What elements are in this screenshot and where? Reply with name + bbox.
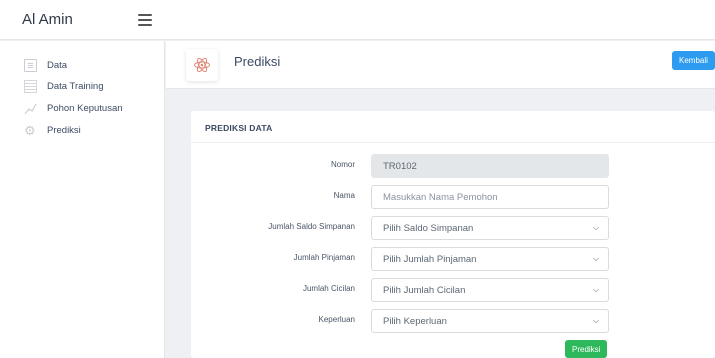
sidebar-item-label: Data xyxy=(47,59,68,71)
gear-icon: ⚙ xyxy=(24,122,36,138)
sidebar-item-prediksi[interactable]: ⚙ Prediksi xyxy=(24,120,81,140)
sidebar-item-data-training[interactable]: Data Training xyxy=(24,76,104,96)
sidebar-item-pohon-keputusan[interactable]: Pohon Keputusan xyxy=(24,98,123,118)
chart-line-icon xyxy=(24,102,37,115)
keperluan-label: Keperluan xyxy=(318,315,355,324)
sidebar-item-label: Data Training xyxy=(47,80,104,92)
chevron-down-icon: ⌵ xyxy=(592,316,599,325)
page-title: Prediksi xyxy=(234,54,281,69)
nama-label: Nama xyxy=(333,191,355,200)
prediksi-submit-button[interactable]: Prediksi xyxy=(565,340,608,358)
jumlah-cicilan-label: Jumlah Cicilan xyxy=(302,284,355,293)
keperluan-selected: Pilih Keperluan xyxy=(383,315,447,327)
nama-placeholder: Masukkan Nama Pemohon xyxy=(383,191,498,203)
saldo-simpanan-select[interactable]: Pilih Saldo Simpanan ⌵ xyxy=(371,216,609,240)
prediction-form-card: PREDIKSI DATA Nomor TR0102 Nama Masukkan… xyxy=(191,111,715,358)
jumlah-cicilan-selected: Pilih Jumlah Cicilan xyxy=(383,284,466,296)
chevron-down-icon: ⌵ xyxy=(592,285,599,294)
top-navbar: Al Amin xyxy=(0,0,715,40)
sidebar: Data Data Training Pohon Keputusan ⚙ Pre… xyxy=(0,41,165,358)
table-icon xyxy=(24,79,37,93)
keperluan-select[interactable]: Pilih Keperluan ⌵ xyxy=(371,309,609,333)
nama-input[interactable]: Masukkan Nama Pemohon xyxy=(371,185,609,209)
menu-toggle-icon[interactable] xyxy=(138,14,152,26)
nomor-value: TR0102 xyxy=(383,160,417,172)
page-header: Prediksi Kembali xyxy=(166,41,715,89)
jumlah-cicilan-select[interactable]: Pilih Jumlah Cicilan ⌵ xyxy=(371,278,609,302)
sidebar-item-data[interactable]: Data xyxy=(24,55,67,75)
back-button[interactable]: Kembali xyxy=(672,51,715,70)
form-row-keperluan: Keperluan Pilih Keperluan ⌵ xyxy=(191,309,715,333)
saldo-simpanan-label: Jumlah Saldo Simpanan xyxy=(268,222,355,231)
divider xyxy=(191,142,715,143)
form-row-jumlah-pinjaman: Jumlah Pinjaman Pilih Jumlah Pinjaman ⌵ xyxy=(191,247,715,271)
form-row-nama: Nama Masukkan Nama Pemohon xyxy=(191,185,715,209)
card-title: PREDIKSI DATA xyxy=(205,123,273,133)
form-row-saldo-simpanan: Jumlah Saldo Simpanan Pilih Saldo Simpan… xyxy=(191,216,715,240)
form-row-nomor: Nomor TR0102 xyxy=(191,154,715,178)
form-row-jumlah-cicilan: Jumlah Cicilan Pilih Jumlah Cicilan ⌵ xyxy=(191,278,715,302)
jumlah-pinjaman-selected: Pilih Jumlah Pinjaman xyxy=(383,253,477,265)
jumlah-pinjaman-label: Jumlah Pinjaman xyxy=(293,253,355,262)
nomor-field: TR0102 xyxy=(371,154,609,178)
saldo-simpanan-selected: Pilih Saldo Simpanan xyxy=(383,222,474,234)
atom-icon xyxy=(186,49,218,81)
sidebar-item-label: Prediksi xyxy=(47,124,81,136)
chevron-down-icon: ⌵ xyxy=(592,223,599,232)
jumlah-pinjaman-select[interactable]: Pilih Jumlah Pinjaman ⌵ xyxy=(371,247,609,271)
brand-name[interactable]: Al Amin xyxy=(22,11,73,28)
document-icon xyxy=(24,58,37,72)
nomor-label: Nomor xyxy=(330,160,355,169)
sidebar-item-label: Pohon Keputusan xyxy=(47,102,123,114)
chevron-down-icon: ⌵ xyxy=(592,254,599,263)
